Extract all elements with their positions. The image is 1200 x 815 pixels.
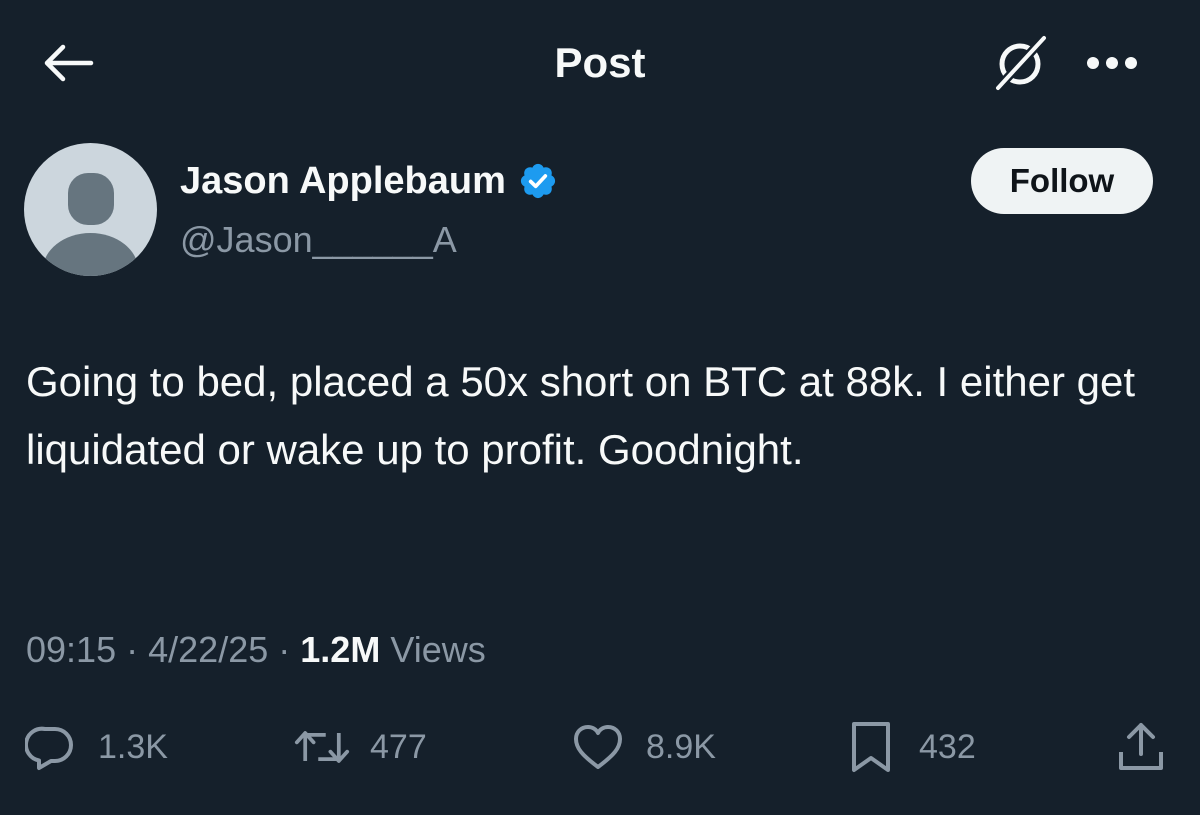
post-date[interactable]: 4/22/25 xyxy=(148,629,268,670)
post-meta: 09:15 · 4/22/25 · 1.2M Views xyxy=(26,622,486,678)
default-avatar-icon xyxy=(42,173,139,276)
post-screen: Post Jason Applebaum @Jason______A Follo… xyxy=(0,0,1200,815)
author-handle[interactable]: @Jason______A xyxy=(180,214,457,266)
bookmark-button[interactable]: 432 xyxy=(843,712,976,782)
meta-separator: · xyxy=(278,629,291,670)
meta-separator: · xyxy=(126,629,139,670)
like-count: 8.9K xyxy=(646,727,716,766)
views-count: 1.2M xyxy=(300,629,381,670)
more-horizontal-icon xyxy=(1087,57,1137,69)
post-time[interactable]: 09:15 xyxy=(26,629,116,670)
bookmark-icon xyxy=(852,722,890,772)
heart-icon xyxy=(574,725,622,769)
action-bar: 1.3K 477 8.9K 432 xyxy=(0,712,1200,782)
views-label: Views xyxy=(390,629,486,670)
author-name[interactable]: Jason Applebaum xyxy=(180,155,558,207)
share-icon xyxy=(1119,723,1163,770)
bookmark-count: 432 xyxy=(919,727,976,766)
reply-button[interactable]: 1.3K xyxy=(22,712,168,782)
repost-icon xyxy=(294,731,350,763)
reply-count: 1.3K xyxy=(98,727,168,766)
share-button[interactable] xyxy=(1113,712,1169,782)
follow-button[interactable]: Follow xyxy=(971,148,1153,214)
post-text: Going to bed, placed a 50x short on BTC … xyxy=(26,358,1136,473)
avatar[interactable] xyxy=(24,143,157,276)
grok-icon xyxy=(993,33,1049,93)
verified-badge-icon xyxy=(520,163,555,199)
reply-icon xyxy=(25,726,73,770)
like-button[interactable]: 8.9K xyxy=(570,712,716,782)
more-button[interactable] xyxy=(1080,40,1144,86)
repost-count: 477 xyxy=(370,727,427,766)
grok-button[interactable] xyxy=(988,30,1054,96)
repost-button[interactable]: 477 xyxy=(294,712,427,782)
author-name-text: Jason Applebaum xyxy=(180,160,506,202)
